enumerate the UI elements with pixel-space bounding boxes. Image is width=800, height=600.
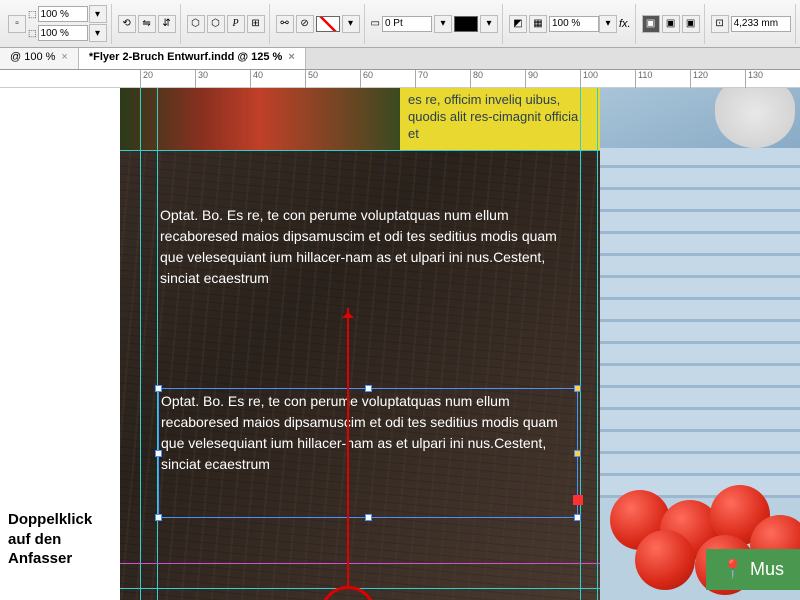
zoom-w-input[interactable]: [38, 6, 88, 22]
dropdown-icon[interactable]: ▾: [480, 15, 498, 33]
right-photo: [600, 88, 800, 600]
zoom-h-input[interactable]: [38, 25, 88, 41]
no-fill-swatch[interactable]: [316, 16, 340, 32]
align-icon[interactable]: ⊞: [247, 15, 265, 33]
text-frame-2-selected[interactable]: Optat. Bo. Es re, te con perume voluptat…: [158, 388, 578, 518]
annotation-arrow: [347, 308, 349, 588]
opacity-icon[interactable]: ▦: [529, 15, 547, 33]
flip-v-icon[interactable]: ⇵: [158, 15, 176, 33]
stroke-icon: ▭: [371, 18, 380, 29]
document-tabs: @ 100 %× *Flyer 2-Bruch Entwurf.indd @ 1…: [0, 48, 800, 70]
rotate-icon[interactable]: ⟲: [118, 15, 136, 33]
main-toolbar: ▫ ⬚ ▾ ⬚ ▾ ⟲ ⇋ ⇵ ⬡ ⬡ P ⊞ ⚯ ⊘ ▾ ▭: [0, 0, 800, 48]
corner-icon[interactable]: ▫: [8, 15, 26, 33]
text-frame-1[interactable]: Optat. Bo. Es re, te con perume voluptat…: [158, 203, 578, 291]
point-icon[interactable]: ⬡: [207, 15, 225, 33]
dim-input[interactable]: [731, 16, 791, 32]
stepper-icon[interactable]: ▾: [89, 5, 107, 23]
wrap-none-icon[interactable]: ▣: [642, 15, 660, 33]
document-canvas[interactable]: es re, officim inveliq uibus, quodis ali…: [0, 88, 800, 600]
stepper-icon[interactable]: ▾: [599, 15, 617, 33]
point-icon[interactable]: ⬡: [187, 15, 205, 33]
stroke-style[interactable]: [454, 16, 478, 32]
paragraph-icon[interactable]: P: [227, 15, 245, 33]
fill-icon[interactable]: ◩: [509, 15, 527, 33]
stepper-icon[interactable]: ▾: [434, 15, 452, 33]
swatch-dropdown-icon[interactable]: ▾: [342, 15, 360, 33]
tab-doc1[interactable]: @ 100 %×: [0, 48, 79, 69]
link-icon: ⬚: [28, 9, 37, 20]
close-icon[interactable]: ×: [61, 51, 67, 63]
overset-text-handle[interactable]: [573, 495, 583, 505]
link-chain-icon[interactable]: ⚯: [276, 15, 294, 33]
fx-label[interactable]: fx.: [619, 18, 631, 30]
wrap-bound-icon[interactable]: ▣: [662, 15, 680, 33]
close-icon[interactable]: ×: [288, 51, 294, 63]
annotation-text: Doppelklick auf den Anfasser: [8, 510, 92, 569]
horizontal-ruler[interactable]: 20 30 40 50 60 70 80 90 100 110 120 130: [0, 70, 800, 88]
wrap-shape-icon[interactable]: ▣: [682, 15, 700, 33]
flip-h-icon[interactable]: ⇋: [138, 15, 156, 33]
pin-icon: 📍: [722, 559, 744, 580]
opacity-input[interactable]: [549, 16, 599, 32]
page-background: [120, 88, 600, 600]
stepper-icon[interactable]: ▾: [89, 24, 107, 42]
crop-icon[interactable]: ⊡: [711, 15, 729, 33]
top-photo: [120, 88, 400, 150]
location-button[interactable]: 📍 Mus: [706, 549, 800, 590]
yellow-text-box[interactable]: es re, officim inveliq uibus, quodis ali…: [400, 88, 600, 150]
tab-doc2[interactable]: *Flyer 2-Bruch Entwurf.indd @ 125 %×: [79, 48, 306, 69]
stroke-pt-input[interactable]: [382, 16, 432, 32]
unlink-icon[interactable]: ⊘: [296, 15, 314, 33]
